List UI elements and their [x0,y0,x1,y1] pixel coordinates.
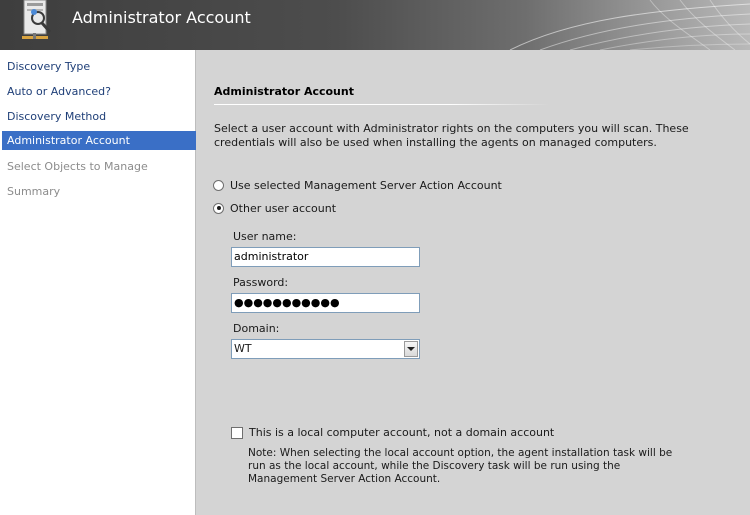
radio-button-checked[interactable] [213,202,224,214]
wizard-step-nav: Discovery Type Auto or Advanced? Discove… [0,50,196,515]
nav-step-administrator-account[interactable]: Administrator Account [2,131,196,150]
section-title: Administrator Account [214,85,354,98]
domain-select-value: WT [234,342,252,355]
nav-step-discovery-type[interactable]: Discovery Type [2,57,196,76]
content-panel: Administrator Account Select a user acco… [196,50,750,515]
username-label: User name: [233,230,297,243]
dropdown-button[interactable] [404,341,418,357]
chevron-down-icon [407,347,415,351]
wizard-banner: Administrator Account [0,0,750,50]
domain-label: Domain: [233,322,280,335]
banner-wave-graphic [509,0,750,50]
password-label: Password: [233,276,289,289]
nav-step-auto-or-advanced[interactable]: Auto or Advanced? [2,82,196,101]
radio-other-account-label: Other user account [230,201,337,215]
local-account-checkbox-row[interactable]: This is a local computer account, not a … [231,426,554,439]
local-account-checkbox[interactable] [231,426,243,439]
nav-step-discovery-method[interactable]: Discovery Method [2,107,196,126]
nav-step-select-objects: Select Objects to Manage [7,160,148,173]
radio-button-unchecked[interactable] [213,179,224,191]
note-text: Note: When selecting the local account o… [248,447,673,485]
radio-action-account-label: Use selected Management Server Action Ac… [230,178,502,192]
domain-select[interactable]: WT [231,339,420,359]
wizard-user-search-icon [22,0,52,39]
username-input[interactable]: administrator [231,247,420,267]
local-account-checkbox-label: This is a local computer account, not a … [249,426,555,439]
section-divider [214,104,550,105]
wizard-title: Administrator Account [72,8,251,27]
description-text: Select a user account with Administrator… [214,122,689,149]
radio-action-account[interactable]: Use selected Management Server Action Ac… [213,178,502,192]
password-input[interactable]: ●●●●●●●●●●● [231,293,420,313]
nav-step-summary: Summary [7,185,61,198]
radio-other-account[interactable]: Other user account [213,201,336,215]
